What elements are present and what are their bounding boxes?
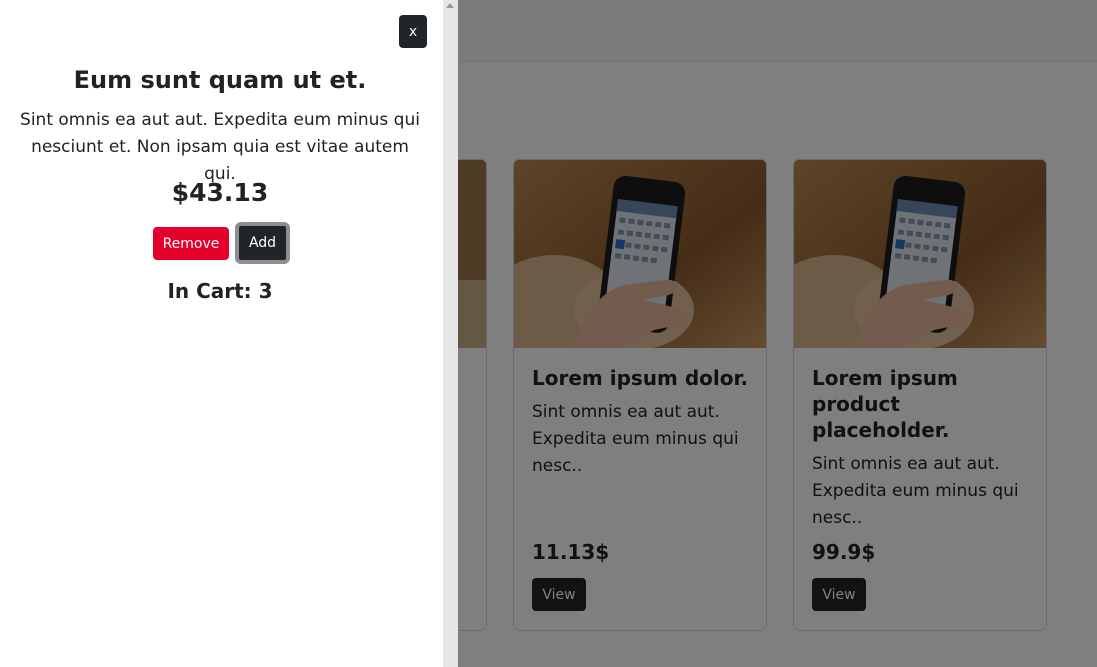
remove-from-cart-button[interactable]: Remove <box>153 227 229 260</box>
product-detail-title: Eum sunt quam ut et. <box>73 66 367 94</box>
cart-count: In Cart: 3 <box>167 279 273 303</box>
add-to-cart-button[interactable]: Add <box>235 222 290 264</box>
product-detail-description: Sint omnis ea aut aut. Expedita eum minu… <box>20 110 420 184</box>
close-button[interactable]: x <box>399 15 427 48</box>
scroll-up-arrow-icon[interactable] <box>446 3 454 8</box>
scrollbar[interactable] <box>443 0 458 667</box>
product-detail-offcanvas: x Eum sunt quam ut et. Sint omnis ea aut… <box>0 0 458 667</box>
product-detail-price: $43.13 <box>171 178 269 207</box>
